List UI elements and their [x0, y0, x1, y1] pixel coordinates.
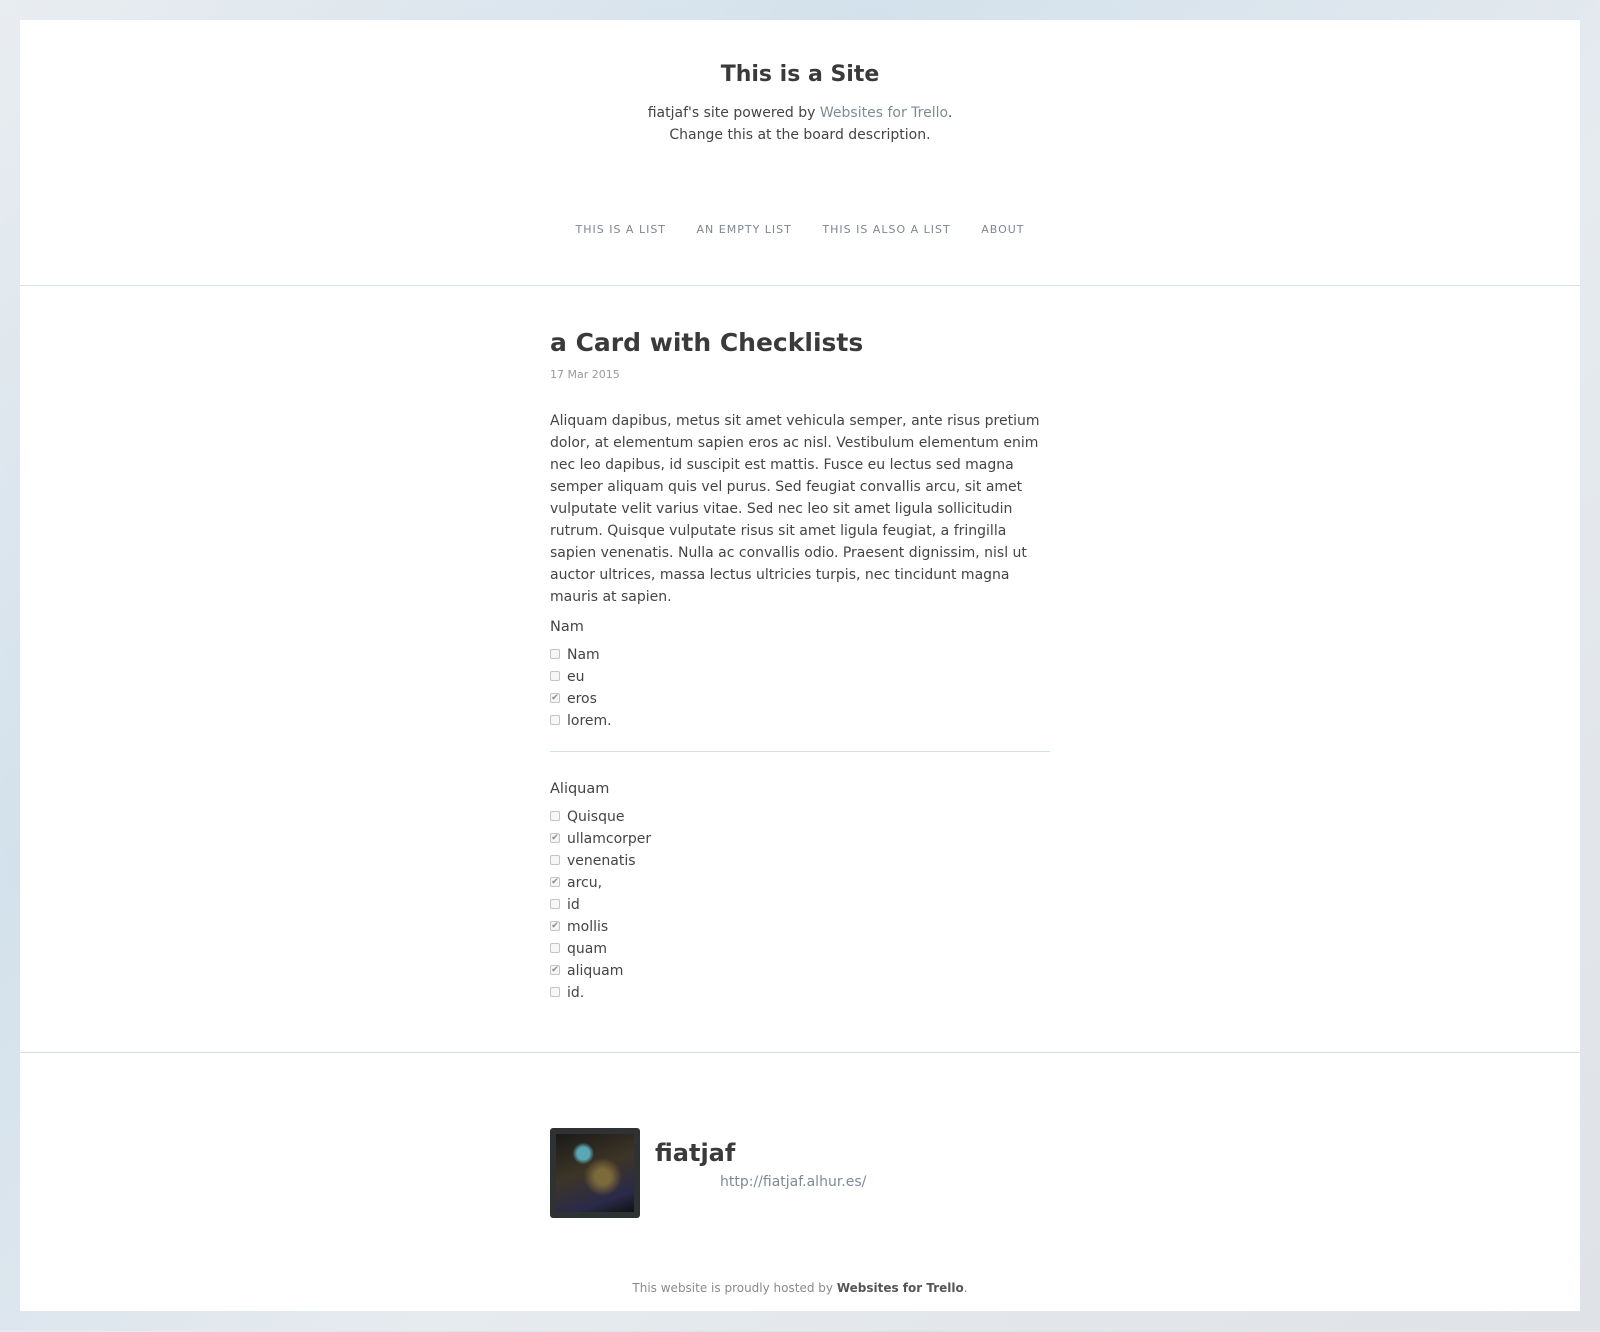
websites-for-trello-link[interactable]: Websites for Trello [820, 105, 948, 121]
nav-item-this-is-a-list[interactable]: THIS IS A LIST [575, 223, 666, 236]
nav-item-about[interactable]: ABOUT [981, 223, 1024, 236]
site-description-prefix: fiatjaf's site powered by [647, 105, 820, 121]
checklist-item-label: aliquam [567, 963, 624, 979]
author-avatar [550, 1128, 640, 1218]
checkbox[interactable]: ✔ [550, 833, 560, 843]
checkbox[interactable]: ✔ [550, 921, 560, 931]
main-content: a Card with Checklists 17 Mar 2015 Aliqu… [20, 286, 1580, 1053]
checklist-item: ✔ aliquam [550, 960, 651, 982]
checklist-item: quam [550, 938, 651, 960]
checkbox[interactable] [550, 715, 560, 725]
checkbox[interactable]: ✔ [550, 877, 560, 887]
checkbox[interactable] [550, 855, 560, 865]
site-description: fiatjaf's site powered by Websites for T… [20, 102, 1580, 146]
checklist-item: lorem. [550, 710, 612, 732]
checklist-item: eu [550, 666, 612, 688]
author-name: fiatjaf [655, 1139, 736, 1167]
checklist-divider [550, 751, 1050, 752]
checklist-item-label: arcu, [567, 875, 603, 891]
checkbox[interactable] [550, 811, 560, 821]
checklist-item: ✔ eros [550, 688, 612, 710]
post-body: Aliquam dapibus, metus sit amet vehicula… [550, 413, 1040, 605]
site-title[interactable]: This is a Site [20, 62, 1580, 87]
checkbox[interactable] [550, 943, 560, 953]
site-header: This is a Site fiatjaf's site powered by… [20, 20, 1580, 286]
checklist-item-label: quam [567, 941, 607, 957]
checklist-item-label: id [567, 897, 580, 913]
checkbox[interactable] [550, 987, 560, 997]
checkbox[interactable] [550, 671, 560, 681]
checklist-item: Nam [550, 644, 612, 666]
checklist-item-label: Quisque [567, 809, 625, 825]
checklist-item: ✔ ullamcorper [550, 828, 651, 850]
checkbox[interactable] [550, 899, 560, 909]
hosted-suffix: . [963, 1281, 968, 1295]
checklist-nam: Nam eu ✔ eros lorem. [550, 644, 612, 732]
checklist-aliquam: Quisque ✔ ullamcorper venenatis ✔ arcu, id… [550, 806, 651, 1004]
checklist-item: id [550, 894, 651, 916]
nav-item-this-is-also-a-list[interactable]: THIS IS ALSO A LIST [822, 223, 950, 236]
checkbox[interactable] [550, 649, 560, 659]
checklist-item: ✔ mollis [550, 916, 651, 938]
checklist-title: Aliquam [550, 781, 610, 797]
checklist-item-label: Nam [567, 647, 600, 663]
checklist-item: venenatis [550, 850, 651, 872]
site-footer: fiatjaf http://fiatjaf.alhur.es/ This we… [20, 1053, 1580, 1332]
author-url-link[interactable]: http://fiatjaf.alhur.es/ [720, 1174, 866, 1190]
site-description-suffix: . [947, 105, 953, 121]
nav-bar: THIS IS A LIST AN EMPTY LIST THIS IS ALS… [20, 223, 1580, 236]
hosted-by-note: This website is proudly hosted by Websit… [20, 1281, 1580, 1295]
checklist-item-label: eu [567, 669, 585, 685]
hosted-by-link[interactable]: Websites for Trello [837, 1281, 964, 1295]
hosted-prefix: This website is proudly hosted by [632, 1281, 837, 1295]
checklist-item-label: ullamcorper [567, 831, 652, 847]
site-description-line2: Change this at the board description. [669, 127, 931, 143]
author-photo [556, 1134, 634, 1212]
checklist-item-label: lorem. [567, 713, 612, 729]
checklist-item-label: mollis [567, 919, 609, 935]
post-date: 17 Mar 2015 [550, 368, 620, 381]
checklist-item-label: eros [567, 691, 597, 707]
post-title[interactable]: a Card with Checklists [550, 328, 863, 357]
checklist-item-label: id. [567, 985, 585, 1001]
page-frame: This is a Site fiatjaf's site powered by… [20, 20, 1580, 1311]
nav-item-an-empty-list[interactable]: AN EMPTY LIST [697, 223, 792, 236]
checklist-title: Nam [550, 619, 584, 635]
checkbox[interactable]: ✔ [550, 965, 560, 975]
checklist-item: id. [550, 982, 651, 1004]
checklist-item-label: venenatis [567, 853, 636, 869]
checklist-item: ✔ arcu, [550, 872, 651, 894]
checkbox[interactable]: ✔ [550, 693, 560, 703]
checklist-item: Quisque [550, 806, 651, 828]
